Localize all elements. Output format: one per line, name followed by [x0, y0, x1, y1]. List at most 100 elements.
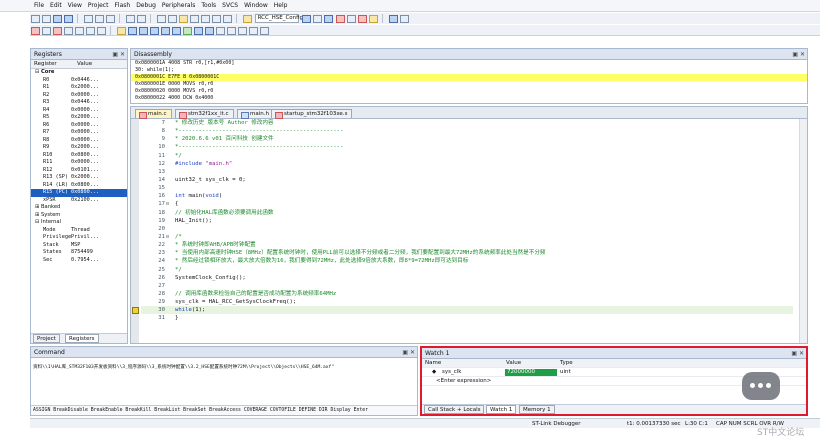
register-row[interactable]: R8 0x0000... [31, 137, 127, 145]
internal-row[interactable]: Mode Thread [31, 227, 127, 235]
register-row[interactable]: xPSR 0x2100... [31, 197, 127, 205]
disassembly-window-icon[interactable] [138, 26, 148, 35]
code-line[interactable]: 19 HAL_Init(); [141, 217, 793, 225]
search-dropdown-icon[interactable] [323, 14, 333, 23]
tab-call-stack[interactable]: Call Stack + Locals [424, 405, 485, 414]
trace-window-icon[interactable] [226, 26, 236, 35]
code-line[interactable]: 16 int main(void) [141, 192, 793, 200]
save-icon[interactable] [53, 14, 62, 23]
disassembly-row[interactable]: 0x08000022 4000 DCW 0x4000 [131, 95, 807, 102]
code-line[interactable]: 30 while(1); [141, 306, 793, 315]
run-icon[interactable] [42, 26, 51, 35]
code-line[interactable]: 8 *-------------------------------------… [141, 127, 793, 135]
panel-close-icon[interactable]: ▣ ✕ [791, 348, 804, 359]
fold-toggle-icon[interactable]: ⊟ [166, 200, 172, 208]
code-line[interactable]: 29 sys_clk = HAL_RCC_GetSysClockFreq(); [141, 298, 793, 306]
target-dropdown[interactable]: RCC_HSE_Config [254, 14, 303, 23]
internal-row[interactable]: PrivilegePrivil... [31, 234, 127, 242]
call-stack-icon[interactable] [171, 26, 181, 35]
register-row[interactable]: R7 0x0000... [31, 129, 127, 137]
undo-icon[interactable] [125, 14, 135, 23]
nav-back-icon[interactable] [156, 14, 166, 23]
code-line[interactable]: 15 [141, 184, 793, 192]
code-line[interactable]: 27 [141, 282, 793, 290]
watch-window-icon[interactable] [182, 26, 192, 35]
step-into-icon[interactable] [64, 26, 73, 35]
code-line[interactable]: 13 [141, 168, 793, 176]
register-row[interactable]: R11 0x0000... [31, 159, 127, 167]
col-register[interactable]: Register [31, 60, 77, 69]
col-value[interactable]: Value [506, 359, 521, 368]
panel-close-icon[interactable]: ▣ ✕ [112, 49, 125, 60]
code-line[interactable]: 23 * 当使用内部高速时钟HSE（8MHz）配置系统时钟时，使用PLL前可以选… [141, 249, 793, 257]
register-row[interactable]: R15 (PC) 0x0800... [31, 189, 127, 197]
internal-row[interactable]: States 8754499 [31, 249, 127, 257]
run-to-cursor-icon[interactable] [97, 26, 106, 35]
serial-window-icon[interactable] [204, 26, 214, 35]
tab-watch-1[interactable]: Watch 1 [486, 405, 517, 414]
unindent-icon[interactable] [200, 14, 210, 23]
tools-icon[interactable] [400, 14, 410, 23]
tree-internal[interactable]: ⊟ Internal [31, 219, 127, 227]
code-line[interactable]: 18 // 初始化HAL库函数必须要调用此函数 [141, 209, 793, 217]
new-file-icon[interactable] [31, 14, 40, 23]
register-row[interactable]: R10 0x0800... [31, 152, 127, 160]
panel-close-icon[interactable]: ▣ ✕ [402, 347, 415, 358]
code-line[interactable]: 11 */ [141, 152, 793, 160]
open-file-icon[interactable] [42, 14, 51, 23]
menu-flash[interactable]: Flash [114, 2, 130, 9]
nav-forward-icon[interactable] [167, 14, 177, 23]
find-icon[interactable] [301, 14, 311, 23]
system-viewer-icon[interactable] [237, 26, 247, 35]
editor-vscrollbar[interactable] [799, 119, 807, 343]
register-row[interactable]: R2 0x0000... [31, 92, 127, 100]
panel-close-icon[interactable]: ▣ ✕ [792, 49, 805, 60]
stop-icon[interactable] [53, 26, 62, 35]
register-row[interactable]: R9 0x2000... [31, 144, 127, 152]
code-line[interactable]: 21 ⊟ /* [141, 233, 793, 241]
reset-icon[interactable] [31, 26, 40, 35]
menu-tools[interactable]: Tools [201, 2, 216, 9]
redo-icon[interactable] [136, 14, 146, 23]
register-row[interactable]: R3 0x0446... [31, 99, 127, 107]
options-icon[interactable] [312, 14, 322, 23]
breakpoint-disable-icon[interactable] [369, 14, 379, 23]
editor-tab[interactable]: main.h [237, 109, 274, 119]
tab-registers[interactable]: Registers [65, 334, 99, 343]
register-row[interactable]: R1 0x2000... [31, 84, 127, 92]
step-over-icon[interactable] [75, 26, 84, 35]
menu-project[interactable]: Project [88, 2, 109, 9]
menu-view[interactable]: View [68, 2, 82, 9]
menu-edit[interactable]: Edit [50, 2, 62, 9]
tree-banked[interactable]: ⊞ Banked [31, 204, 127, 212]
bookmark-icon[interactable] [178, 14, 188, 23]
step-out-icon[interactable] [86, 26, 95, 35]
disassembly-row[interactable]: 0x08000020 0000 MOVS r0,r0 [131, 88, 807, 95]
tree-system[interactable]: ⊞ System [31, 212, 127, 220]
col-type[interactable]: Type [560, 359, 573, 368]
register-row[interactable]: R14 (LR) 0x0800... [31, 182, 127, 190]
watch-value-selected[interactable]: 72000000 [505, 369, 557, 376]
tree-core[interactable]: ⊟ Core [31, 69, 127, 77]
menu-svcs[interactable]: SVCS [222, 2, 238, 9]
col-name[interactable]: Name [425, 359, 441, 368]
show-next-statement-icon[interactable] [116, 26, 126, 35]
code-line[interactable]: 25 */ [141, 266, 793, 274]
analysis-window-icon[interactable] [215, 26, 225, 35]
comment-icon[interactable] [211, 14, 221, 23]
save-all-icon[interactable] [64, 14, 73, 23]
disassembly-row[interactable]: 0x0800001E 0000 MOVS r0,r0 [131, 81, 807, 88]
indent-icon[interactable] [189, 14, 199, 23]
menu-file[interactable]: File [34, 2, 44, 9]
register-row[interactable]: R0 0x0446... [31, 77, 127, 85]
window-icon[interactable] [389, 14, 399, 23]
code-line[interactable]: 31} [141, 314, 793, 322]
menu-peripherals[interactable]: Peripherals [162, 2, 195, 9]
tab-memory-1[interactable]: Memory 1 [519, 405, 555, 414]
code-line[interactable]: 26 SystemClock_Config(); [141, 274, 793, 282]
code-line[interactable]: 9 * 2020.6.6 v01 百问科技 创建文件 [141, 135, 793, 143]
disassembly-row[interactable]: 0x0800001C E7FE B 0x0800001C [131, 74, 807, 81]
menu-window[interactable]: Window [244, 2, 268, 9]
symbols-window-icon[interactable] [149, 26, 159, 35]
code-line[interactable]: 10 *------------------------------------… [141, 143, 793, 151]
